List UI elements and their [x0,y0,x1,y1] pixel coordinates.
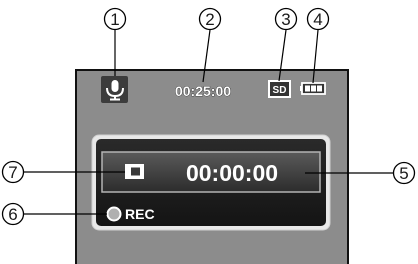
callout-5: 5 [399,164,408,183]
callout-7: 7 [8,163,17,182]
battery-icon [300,82,326,95]
diagram-svg: 00:25:00 SD 00:00:00 REC 1 2 3 4 5 6 7 [1,7,416,264]
rec-indicator: REC [106,206,155,222]
camera-screen-diagram: 00:25:00 SD 00:00:00 REC 1 2 3 4 5 6 7 [0,0,418,264]
callout-3: 3 [281,10,290,29]
microphone-icon [101,76,128,103]
callout-6: 6 [8,205,17,224]
stop-icon [125,164,144,179]
record-dot-icon [106,206,122,222]
elapsed-time: 00:25:00 [175,83,231,99]
sd-card-icon: SD [268,80,291,98]
callout-2: 2 [205,10,214,29]
sd-card-label: SD [273,85,287,96]
callout-4: 4 [313,10,322,29]
rec-label: REC [125,206,155,222]
callout-1: 1 [110,10,119,29]
recording-timer: 00:00:00 [186,160,278,186]
